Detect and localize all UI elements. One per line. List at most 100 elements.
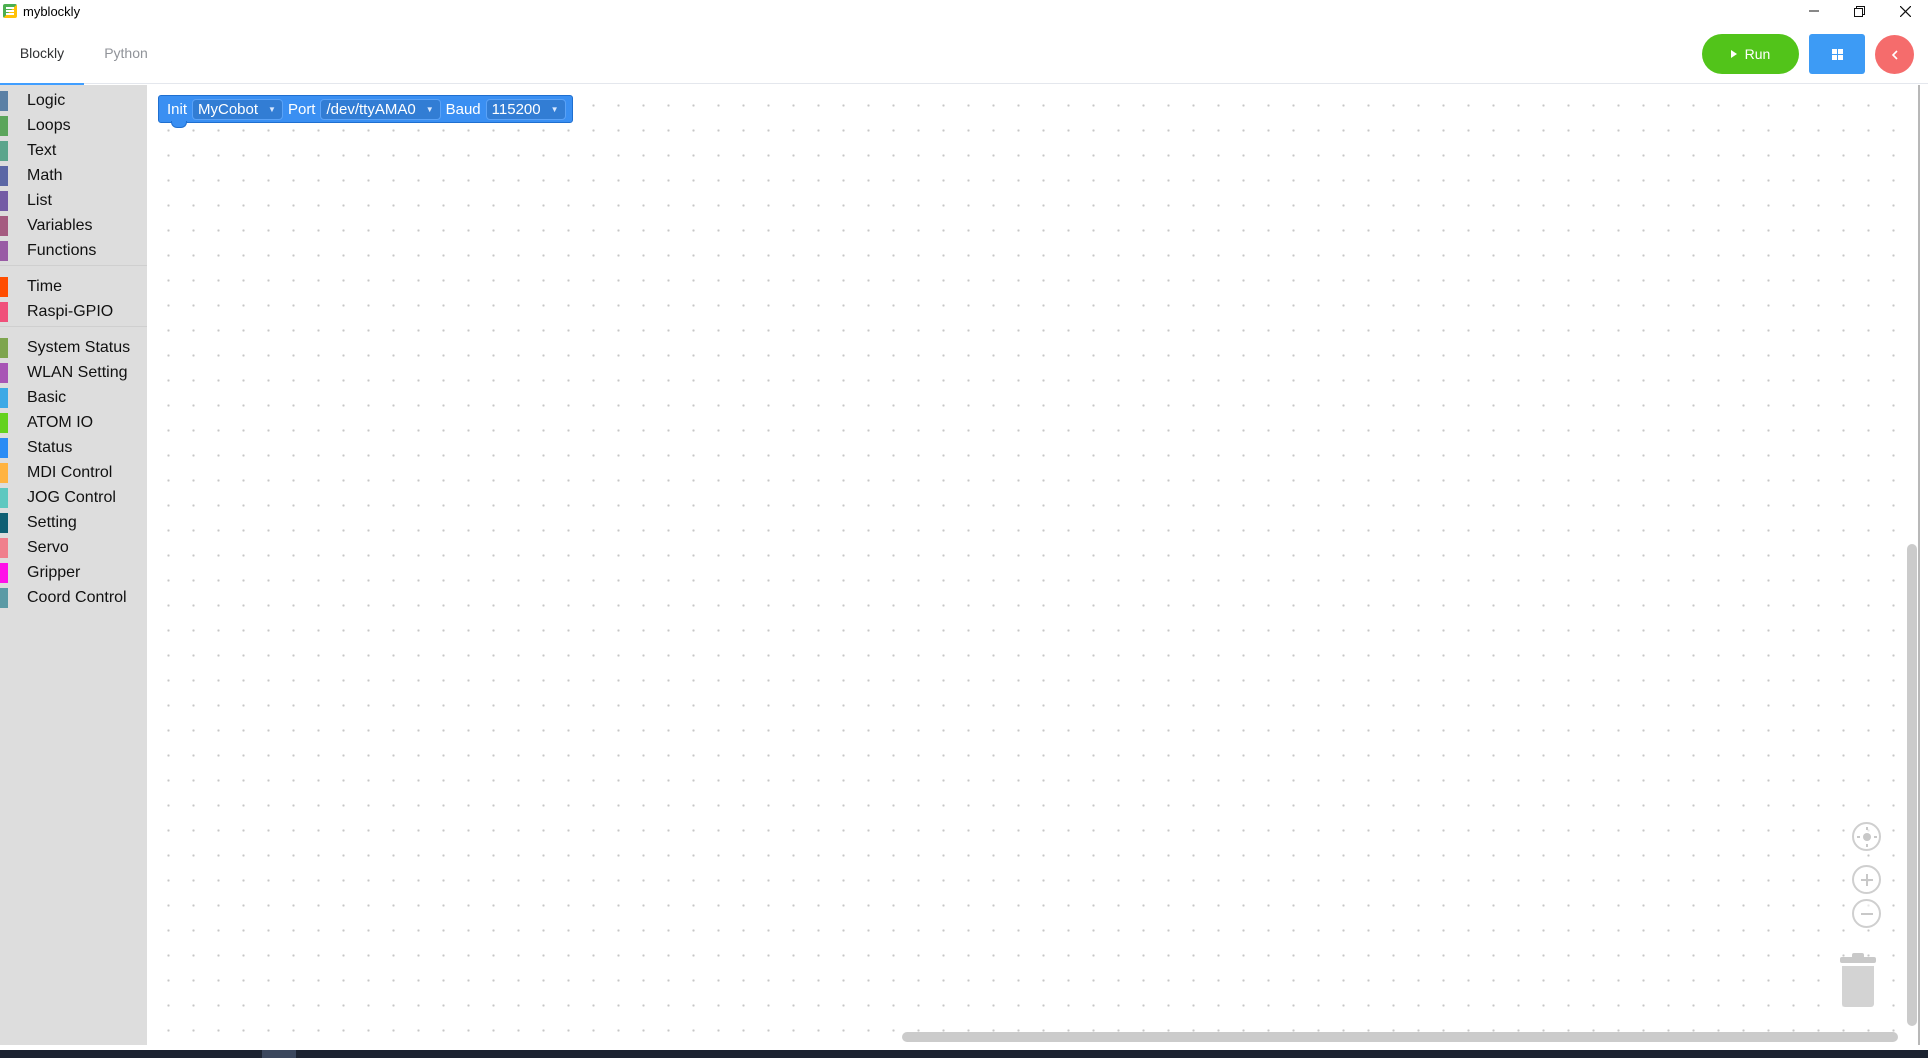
back-button[interactable] <box>1875 35 1914 74</box>
robot-value: MyCobot <box>198 100 259 118</box>
horizontal-scrollbar[interactable] <box>902 1032 1898 1042</box>
category-color-swatch <box>0 140 8 161</box>
toolbox-category-math[interactable]: Math <box>0 163 147 188</box>
vertical-scrollbar[interactable] <box>1907 544 1917 1026</box>
category-label: Math <box>27 166 63 184</box>
port-label: Port <box>287 100 316 118</box>
tab-blockly[interactable]: Blockly <box>0 22 84 85</box>
category-label: Text <box>27 141 57 159</box>
dropdown-arrow-icon: ▼ <box>268 104 276 114</box>
header: Blockly Python Run <box>0 22 1928 85</box>
category-color-swatch <box>0 437 8 458</box>
toolbox-category-time[interactable]: Time <box>0 274 147 299</box>
category-color-swatch <box>0 115 8 136</box>
zoom-in-button[interactable] <box>1852 865 1881 894</box>
port-dropdown[interactable]: /dev/ttyAMA0 ▼ <box>320 98 441 120</box>
toolbox-category-system-status[interactable]: System Status <box>0 335 147 360</box>
category-color-swatch <box>0 562 8 583</box>
category-color-swatch <box>0 387 8 408</box>
category-label: Servo <box>27 538 69 556</box>
minimize-button[interactable] <box>1792 0 1836 22</box>
category-label: Setting <box>27 513 77 531</box>
baud-value: 115200 <box>491 100 541 118</box>
toolbox: Logic Loops Text Math List Variables Functions… <box>0 85 147 1045</box>
zoom-out-icon <box>1860 912 1873 915</box>
category-color-swatch <box>0 587 8 608</box>
toolbox-category-mdi-control[interactable]: MDI Control <box>0 460 147 485</box>
grid-icon <box>1831 48 1843 60</box>
taskbar <box>0 1050 1928 1058</box>
category-label: Status <box>27 438 73 456</box>
category-label: System Status <box>27 338 131 356</box>
restore-button[interactable] <box>1836 0 1882 22</box>
toolbox-category-raspi-gpio[interactable]: Raspi-GPIO <box>0 299 147 324</box>
app-icon <box>3 4 17 18</box>
toolbox-category-loops[interactable]: Loops <box>0 113 147 138</box>
run-button[interactable]: Run <box>1702 34 1799 74</box>
category-label: Basic <box>27 388 67 406</box>
toolbox-category-gripper[interactable]: Gripper <box>0 560 147 585</box>
category-color-swatch <box>0 276 8 297</box>
toolbox-category-coord-control[interactable]: Coord Control <box>0 585 147 610</box>
toolbox-category-basic[interactable]: Basic <box>0 385 147 410</box>
toolbox-category-wlan-setting[interactable]: WLAN Setting <box>0 360 147 385</box>
category-color-swatch <box>0 462 8 483</box>
category-label: WLAN Setting <box>27 363 128 381</box>
category-label: MDI Control <box>27 463 113 481</box>
toolbox-category-functions[interactable]: Functions <box>0 238 147 263</box>
category-label: Time <box>27 277 62 295</box>
play-icon <box>1730 50 1737 58</box>
toolbox-category-servo[interactable]: Servo <box>0 535 147 560</box>
category-color-swatch <box>0 512 8 533</box>
zoom-out-button[interactable] <box>1852 899 1881 928</box>
toolbox-separator <box>0 326 147 327</box>
blockly-workspace[interactable]: Init MyCobot ▼ Port /dev/ttyAMA0 ▼ Baud … <box>147 85 1907 1045</box>
robot-dropdown[interactable]: MyCobot ▼ <box>192 98 283 120</box>
init-label: Init <box>167 100 188 118</box>
recenter-icon <box>1856 826 1877 847</box>
run-button-label: Run <box>1744 46 1771 62</box>
category-label: ATOM IO <box>27 413 94 431</box>
grid-button[interactable] <box>1809 34 1865 74</box>
panel-divider <box>1918 85 1920 1045</box>
category-color-swatch <box>0 165 8 186</box>
toolbox-category-setting[interactable]: Setting <box>0 510 147 535</box>
category-color-swatch <box>0 240 8 261</box>
window-title: myblockly <box>23 3 81 19</box>
dropdown-arrow-icon: ▼ <box>425 104 434 114</box>
window-controls <box>1792 0 1928 22</box>
category-label: Functions <box>27 241 97 259</box>
toolbox-category-status[interactable]: Status <box>0 435 147 460</box>
baud-dropdown[interactable]: 115200 ▼ <box>485 98 566 120</box>
category-label: Variables <box>27 216 93 234</box>
category-label: Logic <box>27 91 66 109</box>
toolbox-category-jog-control[interactable]: JOG Control <box>0 485 147 510</box>
chevron-left-icon <box>1891 49 1898 60</box>
toolbox-category-atom-io[interactable]: ATOM IO <box>0 410 147 435</box>
category-color-swatch <box>0 190 8 211</box>
init-block[interactable]: Init MyCobot ▼ Port /dev/ttyAMA0 ▼ Baud … <box>158 95 573 128</box>
recenter-button[interactable] <box>1852 822 1881 851</box>
toolbox-category-list[interactable]: List <box>0 188 147 213</box>
category-label: Raspi-GPIO <box>27 302 114 320</box>
category-label: Coord Control <box>27 588 127 606</box>
category-color-swatch <box>0 301 8 322</box>
close-button[interactable] <box>1882 0 1928 22</box>
restore-icon <box>1853 5 1865 17</box>
zoom-in-icon <box>1860 873 1873 886</box>
title-bar: myblockly <box>0 0 1928 22</box>
port-value: /dev/ttyAMA0 <box>326 100 416 118</box>
category-color-swatch <box>0 90 8 111</box>
category-color-swatch <box>0 215 8 236</box>
tab-python[interactable]: Python <box>84 22 168 84</box>
baud-label: Baud <box>445 100 481 118</box>
toolbox-category-logic[interactable]: Logic <box>0 88 147 113</box>
toolbox-category-text[interactable]: Text <box>0 138 147 163</box>
category-color-swatch <box>0 537 8 558</box>
category-color-swatch <box>0 362 8 383</box>
category-color-swatch <box>0 337 8 358</box>
category-color-swatch <box>0 412 8 433</box>
category-label: Loops <box>27 116 71 134</box>
toolbox-category-variables[interactable]: Variables <box>0 213 147 238</box>
trash-icon[interactable] <box>1840 953 1876 1007</box>
